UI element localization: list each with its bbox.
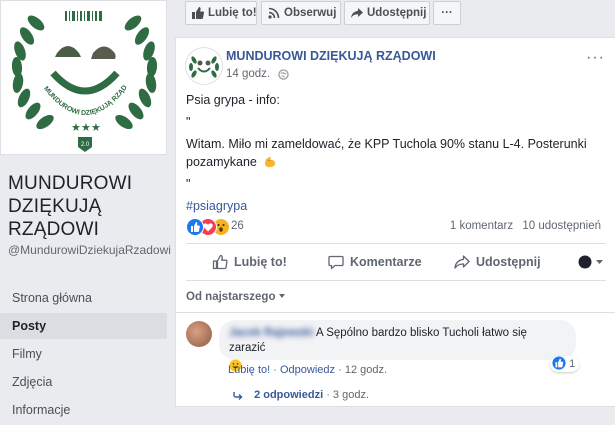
share-page-button[interactable]: Udostępnij: [344, 1, 430, 25]
post-quote-open: ": [186, 115, 191, 129]
nav-item-photos[interactable]: Zdjęcia: [0, 369, 167, 395]
page-nav: Strona główna Posty Filmy Zdjęcia Inform…: [0, 285, 167, 425]
muscle-emoji-icon: [265, 157, 276, 168]
divider: [176, 312, 615, 313]
viewer-selector[interactable]: [578, 255, 604, 274]
comment-actions: Lubię to! · Odpowiedz · 12 godz.: [228, 364, 388, 376]
rss-icon: [268, 7, 280, 19]
like-page-label: Lubię to!: [208, 7, 257, 19]
account-switch-icon: [578, 255, 603, 269]
svg-text:★: ★: [91, 122, 101, 134]
comment-like-count[interactable]: 1: [550, 356, 580, 372]
post-message: Witam. Miło mi zameldować, że KPP Tuchol…: [186, 137, 587, 169]
page-logo-small: [189, 56, 219, 78]
speech-bubble-icon: [328, 255, 344, 270]
commenter-name[interactable]: Jacek Rajewski: [229, 327, 313, 339]
nav-item-home[interactable]: Strona główna: [0, 285, 167, 311]
post-actions: Lubię to! Komentarze Udostępnij: [186, 246, 606, 278]
engagement-counts: 1 komentarz 10 udostępnień: [450, 220, 601, 232]
post-body: Psia grypa - info: " Witam. Miło mi zame…: [186, 91, 606, 215]
like-reaction-icon: [552, 356, 566, 370]
post-menu-button[interactable]: ···: [586, 49, 605, 67]
replies-count-link[interactable]: 2 odpowiedzi: [254, 389, 323, 401]
like-page-button[interactable]: Lubię to!: [185, 1, 257, 25]
comment-count[interactable]: 1 komentarz: [450, 220, 513, 232]
post-author-avatar[interactable]: [185, 47, 223, 85]
commenter-avatar[interactable]: [186, 321, 212, 347]
nav-item-about[interactable]: Informacje: [0, 397, 167, 423]
comment-bubble: Jacek Rajewski A Sępólno bardzo blisko T…: [219, 320, 576, 372]
globe-icon[interactable]: [278, 69, 289, 80]
nav-item-posts[interactable]: Posty: [0, 313, 167, 339]
page-sidebar: MUNDUROWI DZIĘKUJĄ RZĄDOWI ★★★ 2.0 MUNDU…: [0, 0, 175, 417]
more-options-label: ···: [441, 7, 453, 19]
post-quote-close: ": [186, 177, 191, 191]
svg-text:★: ★: [71, 122, 81, 134]
page-logo: MUNDUROWI DZIĘKUJĄ RZĄDOWI ★★★ 2.0: [1, 1, 158, 152]
follow-label: Obserwuj: [284, 7, 337, 19]
replies-time: 3 godz.: [332, 389, 370, 401]
share-arrow-icon: [351, 8, 363, 18]
share-arrow-icon: [454, 255, 470, 269]
post-hashtag[interactable]: #psiagrypa: [186, 197, 606, 215]
divider: [186, 243, 606, 244]
post-author-name[interactable]: MUNDUROWI DZIĘKUJĄ RZĄDOWI: [226, 49, 436, 63]
page-profile-picture[interactable]: MUNDUROWI DZIĘKUJĄ RZĄDOWI ★★★ 2.0: [0, 0, 167, 155]
comment-time[interactable]: 12 godz.: [345, 364, 387, 376]
thumbs-up-icon: [212, 254, 228, 270]
view-replies[interactable]: 2 odpowiedzi · 3 godz.: [233, 389, 369, 401]
like-reaction-icon: [186, 218, 204, 236]
comment-button[interactable]: Komentarze: [328, 246, 422, 278]
comment-sort-dropdown[interactable]: Od najstarszego: [186, 291, 286, 303]
logo-badge-text: 2.0: [81, 142, 90, 148]
comment-sort-label: Od najstarszego: [186, 291, 276, 303]
comment-like-number: 1: [569, 358, 576, 370]
post-line-intro: Psia grypa - info:: [186, 93, 280, 107]
more-options-button[interactable]: ···: [433, 1, 461, 25]
follow-button[interactable]: Obserwuj: [261, 1, 341, 25]
share-count[interactable]: 10 udostępnień: [522, 220, 601, 232]
page-title[interactable]: MUNDUROWI DZIĘKUJĄ RZĄDOWI: [8, 172, 168, 241]
svg-text:★: ★: [81, 122, 91, 134]
comment-reply-link[interactable]: Odpowiedz: [280, 364, 335, 376]
chevron-down-icon: [279, 294, 286, 298]
reply-arrow-icon: [233, 392, 243, 400]
like-post-button[interactable]: Lubię to!: [212, 246, 287, 278]
share-post-button[interactable]: Udostępnij: [454, 246, 541, 278]
nav-item-videos[interactable]: Filmy: [0, 341, 167, 367]
divider: [186, 280, 606, 281]
comment-like-link[interactable]: Lubię to!: [228, 364, 270, 376]
thumbs-up-icon: [192, 7, 204, 19]
share-page-label: Udostępnij: [367, 7, 427, 19]
page-handle[interactable]: @MundurowiDziekujaRzadowi: [8, 243, 173, 258]
reaction-count: 26: [231, 220, 244, 232]
post-timestamp[interactable]: 14 godz.: [226, 68, 270, 80]
post-card: MUNDUROWI DZIĘKUJĄ RZĄDOWI 14 godz. ··· …: [175, 37, 615, 407]
